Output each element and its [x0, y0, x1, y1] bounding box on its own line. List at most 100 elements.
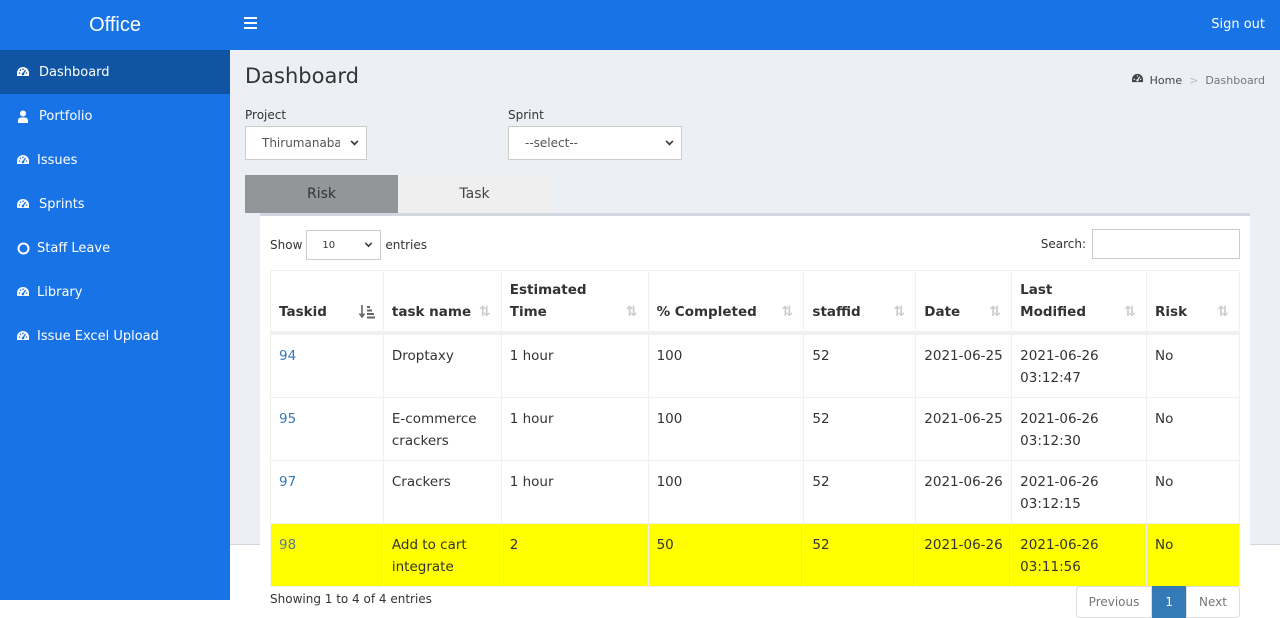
table-row-highlighted: 98 Add to cart integrate 2 50 52 2021-06…	[270, 523, 1240, 587]
cell-taskid: 95	[270, 397, 384, 461]
sidebar-item-library[interactable]: Library	[0, 270, 230, 314]
table-row: 94 Droptaxy 1 hour 100 52 2021-06-25 202…	[270, 332, 1240, 398]
sidebar-item-label: Library	[37, 284, 83, 300]
chevron-down-icon	[665, 137, 674, 146]
page-title: Dashboard	[245, 64, 359, 88]
sort-icon: ⇅	[625, 304, 638, 320]
cell-date: 2021-06-25	[915, 397, 1013, 461]
previous-page-button[interactable]: Previous	[1075, 586, 1153, 618]
column-header-staffid[interactable]: staffid ⇅	[803, 270, 917, 335]
cell-estimated-time: 1 hour	[500, 397, 649, 461]
sidebar-item-label: Sprints	[39, 196, 85, 212]
cell-staffid: 52	[803, 523, 917, 587]
sidebar-item-label: Issue Excel Upload	[37, 328, 159, 344]
sort-icon: ⇅	[989, 304, 1002, 320]
chevron-down-icon	[365, 239, 373, 248]
tab-risk[interactable]: Risk	[245, 175, 398, 213]
page-1-button[interactable]: 1	[1152, 586, 1187, 618]
column-header-task-name[interactable]: task name ⇅	[382, 270, 502, 335]
cell-date: 2021-06-25	[915, 332, 1013, 398]
column-header-risk[interactable]: Risk ⇅	[1146, 270, 1240, 335]
table-info: Showing 1 to 4 of 4 entries	[270, 592, 432, 606]
sidebar-item-label: Dashboard	[39, 64, 110, 80]
cell-completed: 100	[647, 460, 805, 524]
cell-task-name: Add to cart integrate	[382, 523, 502, 587]
sidebar-item-sprints[interactable]: Sprints	[0, 182, 230, 226]
project-select[interactable]: Thirumanaba	[245, 126, 367, 160]
sprint-label: Sprint	[508, 108, 544, 122]
cell-staffid: 52	[803, 397, 917, 461]
sidebar-item-dashboard[interactable]: Dashboard	[0, 50, 230, 94]
cell-risk: No	[1146, 523, 1240, 587]
cell-risk: No	[1146, 332, 1240, 398]
column-header-date[interactable]: Date ⇅	[915, 270, 1013, 335]
project-label: Project	[245, 108, 287, 122]
page-length-value: 10	[322, 239, 336, 251]
dashboard-icon	[15, 285, 31, 299]
cell-completed: 50	[647, 523, 805, 587]
cell-task-name: Crackers	[382, 460, 502, 524]
table-row: 97 Crackers 1 hour 100 52 2021-06-26 202…	[270, 460, 1240, 524]
dashboard-icon	[15, 197, 31, 211]
cell-task-name: Droptaxy	[382, 332, 502, 398]
taskid-link[interactable]: 98	[279, 537, 296, 553]
tasks-table: Taskid task name ⇅ Estimated Time ⇅ % Comp…	[270, 270, 1240, 587]
cell-estimated-time: 2	[500, 523, 649, 587]
cell-last-modified: 2021-06-26 03:12:47	[1011, 332, 1148, 398]
cell-risk: No	[1146, 397, 1240, 461]
brand-logo[interactable]: Office	[0, 0, 230, 50]
sort-icon: ⇅	[893, 304, 906, 320]
taskid-link[interactable]: 94	[279, 348, 296, 364]
entries-label: entries	[385, 238, 427, 252]
breadcrumb-current: Dashboard	[1205, 73, 1265, 87]
next-page-button[interactable]: Next	[1186, 586, 1240, 618]
cell-date: 2021-06-26	[915, 523, 1013, 587]
sidebar-item-label: Portfolio	[39, 108, 93, 124]
sidebar-item-staff-leave[interactable]: Staff Leave	[0, 226, 230, 270]
sidebar-item-label: Issues	[37, 152, 78, 168]
breadcrumb-separator: >	[1189, 73, 1199, 87]
sort-asc-icon	[358, 303, 375, 321]
breadcrumb-home-link[interactable]: Home	[1150, 74, 1182, 87]
tab-task[interactable]: Task	[398, 175, 551, 213]
sprint-select-value: --select--	[525, 136, 578, 150]
page-length-select[interactable]: 10	[306, 230, 382, 260]
column-header-estimated-time[interactable]: Estimated Time ⇅	[500, 270, 649, 335]
taskid-link[interactable]: 95	[279, 411, 296, 427]
column-header-completed[interactable]: % Completed ⇅	[647, 270, 805, 335]
dashboard-icon	[1131, 73, 1144, 87]
cell-task-name: E-commerce crackers	[382, 397, 502, 461]
cell-completed: 100	[647, 332, 805, 398]
cell-staffid: 52	[803, 460, 917, 524]
column-header-last-modified[interactable]: Last Modified ⇅	[1011, 270, 1148, 335]
user-icon	[15, 109, 31, 123]
circle-icon	[15, 241, 31, 255]
column-header-taskid[interactable]: Taskid	[270, 270, 384, 335]
pagination: Previous 1 Next	[1075, 586, 1240, 618]
search-label: Search:	[1040, 237, 1086, 251]
cell-taskid: 94	[270, 332, 384, 398]
project-select-value: Thirumanaba	[262, 136, 340, 150]
sort-icon: ⇅	[781, 304, 794, 320]
search-control: Search:	[1041, 229, 1240, 259]
cell-taskid: 97	[270, 460, 384, 524]
hamburger-icon[interactable]	[244, 17, 258, 33]
sidebar-item-issues[interactable]: Issues	[0, 138, 230, 182]
dashboard-icon	[15, 65, 31, 79]
cell-last-modified: 2021-06-26 03:11:56	[1011, 523, 1148, 587]
page-length-control: Show 10 entries	[270, 230, 427, 260]
cell-last-modified: 2021-06-26 03:12:15	[1011, 460, 1148, 524]
sprint-select[interactable]: --select--	[508, 126, 682, 160]
sidebar-item-portfolio[interactable]: Portfolio	[0, 94, 230, 138]
cell-taskid: 98	[270, 523, 384, 587]
sort-icon: ⇅	[1217, 304, 1229, 320]
sign-out-link[interactable]: Sign out	[1211, 0, 1265, 50]
cell-staffid: 52	[803, 332, 917, 398]
search-input[interactable]	[1092, 229, 1240, 259]
sidebar-item-issue-excel-upload[interactable]: Issue Excel Upload	[0, 314, 230, 358]
table-header-row: Taskid task name ⇅ Estimated Time ⇅ % Comp…	[270, 270, 1240, 335]
show-label: Show	[270, 238, 303, 252]
sort-icon: ⇅	[1124, 304, 1136, 320]
taskid-link[interactable]: 97	[279, 474, 296, 490]
chevron-down-icon	[350, 137, 359, 146]
